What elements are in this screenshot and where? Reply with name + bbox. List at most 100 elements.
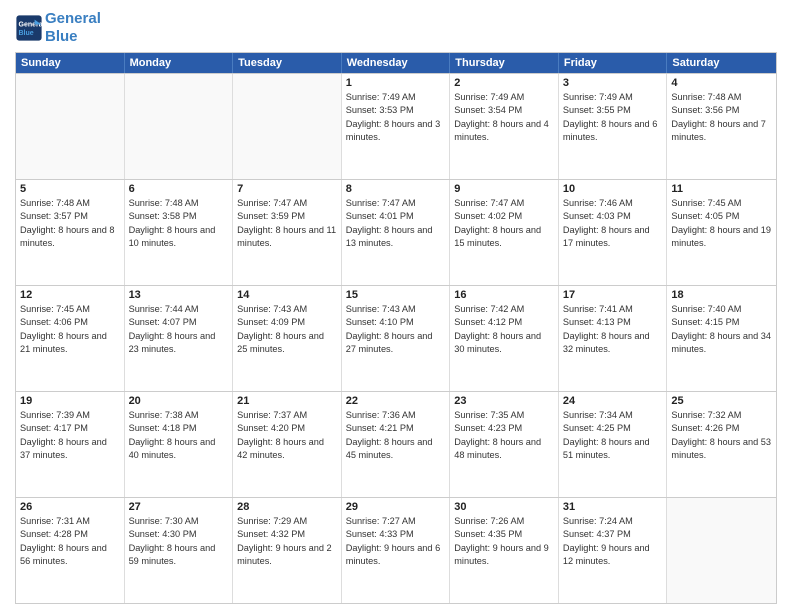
day-number: 11 [671,183,772,195]
day-number: 8 [346,183,446,195]
sun-info: Sunrise: 7:41 AMSunset: 4:13 PMDaylight:… [563,304,650,354]
sun-info: Sunrise: 7:36 AMSunset: 4:21 PMDaylight:… [346,410,433,460]
calendar-cell: 6 Sunrise: 7:48 AMSunset: 3:58 PMDaylight… [125,180,234,285]
calendar-cell: 8Sunrise: 7:47 AMSunset: 4:01 PMDaylight… [342,180,451,285]
svg-text:Blue: Blue [19,30,34,37]
sun-info: Sunrise: 7:29 AMSunset: 4:32 PMDaylight:… [237,516,332,566]
sun-info: Sunrise: 7:27 AMSunset: 4:33 PMDaylight:… [346,516,441,566]
logo-name: General Blue [45,10,101,46]
sun-info: Sunrise: 7:48 AMSunset: 3:57 PMDaylight:… [20,198,115,248]
day-number: 6 [129,183,229,195]
sun-info: Sunrise: 7:34 AMSunset: 4:25 PMDaylight:… [563,410,650,460]
sun-info: Sunrise: 7:48 AMSunset: 3:58 PMDaylight:… [129,198,216,248]
day-number: 24 [563,395,663,407]
sun-info: Sunrise: 7:47 AMSunset: 4:02 PMDaylight:… [454,198,541,248]
sun-info: Sunrise: 7:37 AMSunset: 4:20 PMDaylight:… [237,410,324,460]
weekday-header: Tuesday [233,53,342,73]
calendar-cell: 25Sunrise: 7:32 AMSunset: 4:26 PMDayligh… [667,392,776,497]
day-number: 19 [20,395,120,407]
day-number: 13 [129,289,229,301]
logo: General Blue General Blue [15,10,101,46]
calendar-cell: 17 Sunrise: 7:41 AMSunset: 4:13 PMDayligh… [559,286,668,391]
calendar-cell [667,498,776,603]
day-number: 1 [346,77,446,89]
weekday-header: Friday [559,53,668,73]
sun-info: Sunrise: 7:26 AMSunset: 4:35 PMDaylight:… [454,516,549,566]
day-number: 28 [237,501,337,513]
day-number: 12 [20,289,120,301]
calendar-cell: 9 Sunrise: 7:47 AMSunset: 4:02 PMDaylight… [450,180,559,285]
calendar-week: 1 Sunrise: 7:49 AMSunset: 3:53 PMDaylight… [16,73,776,179]
sun-info: Sunrise: 7:39 AMSunset: 4:17 PMDaylight:… [20,410,107,460]
calendar-cell: 10 Sunrise: 7:46 AMSunset: 4:03 PMDayligh… [559,180,668,285]
day-number: 10 [563,183,663,195]
weekday-header: Saturday [667,53,776,73]
sun-info: Sunrise: 7:46 AMSunset: 4:03 PMDaylight:… [563,198,650,248]
calendar-week: 12 Sunrise: 7:45 AMSunset: 4:06 PMDayligh… [16,285,776,391]
day-number: 22 [346,395,446,407]
sun-info: Sunrise: 7:45 AMSunset: 4:05 PMDaylight:… [671,198,771,248]
weekday-header: Wednesday [342,53,451,73]
calendar-cell: 27Sunrise: 7:30 AMSunset: 4:30 PMDayligh… [125,498,234,603]
calendar-cell: 15Sunrise: 7:43 AMSunset: 4:10 PMDayligh… [342,286,451,391]
calendar-cell: 13 Sunrise: 7:44 AMSunset: 4:07 PMDayligh… [125,286,234,391]
svg-text:General: General [19,22,44,29]
weekday-header: Monday [125,53,234,73]
day-number: 26 [20,501,120,513]
sun-info: Sunrise: 7:47 AMSunset: 3:59 PMDaylight:… [237,198,336,248]
sun-info: Sunrise: 7:32 AMSunset: 4:26 PMDaylight:… [671,410,771,460]
day-number: 18 [671,289,772,301]
day-number: 21 [237,395,337,407]
sun-info: Sunrise: 7:30 AMSunset: 4:30 PMDaylight:… [129,516,216,566]
day-number: 5 [20,183,120,195]
calendar-week: 26 Sunrise: 7:31 AMSunset: 4:28 PMDayligh… [16,497,776,603]
day-number: 14 [237,289,337,301]
calendar-cell: 12 Sunrise: 7:45 AMSunset: 4:06 PMDayligh… [16,286,125,391]
day-number: 3 [563,77,663,89]
day-number: 23 [454,395,554,407]
sun-info: Sunrise: 7:44 AMSunset: 4:07 PMDaylight:… [129,304,216,354]
calendar-cell [16,74,125,179]
calendar-cell [233,74,342,179]
sun-info: Sunrise: 7:35 AMSunset: 4:23 PMDaylight:… [454,410,541,460]
day-number: 4 [671,77,772,89]
calendar-cell: 20 Sunrise: 7:38 AMSunset: 4:18 PMDayligh… [125,392,234,497]
sun-info: Sunrise: 7:45 AMSunset: 4:06 PMDaylight:… [20,304,107,354]
calendar-cell: 29 Sunrise: 7:27 AMSunset: 4:33 PMDayligh… [342,498,451,603]
calendar-cell: 4 Sunrise: 7:48 AMSunset: 3:56 PMDaylight… [667,74,776,179]
calendar-header: SundayMondayTuesdayWednesdayThursdayFrid… [16,53,776,73]
calendar-week: 5 Sunrise: 7:48 AMSunset: 3:57 PMDaylight… [16,179,776,285]
sun-info: Sunrise: 7:42 AMSunset: 4:12 PMDaylight:… [454,304,541,354]
sun-info: Sunrise: 7:38 AMSunset: 4:18 PMDaylight:… [129,410,216,460]
calendar-cell: 31 Sunrise: 7:24 AMSunset: 4:37 PMDayligh… [559,498,668,603]
weekday-header: Thursday [450,53,559,73]
sun-info: Sunrise: 7:24 AMSunset: 4:37 PMDaylight:… [563,516,650,566]
calendar-cell: 11 Sunrise: 7:45 AMSunset: 4:05 PMDayligh… [667,180,776,285]
sun-info: Sunrise: 7:43 AMSunset: 4:10 PMDaylight:… [346,304,433,354]
sun-info: Sunrise: 7:48 AMSunset: 3:56 PMDaylight:… [671,92,766,142]
calendar-cell: 18 Sunrise: 7:40 AMSunset: 4:15 PMDayligh… [667,286,776,391]
calendar-cell: 3Sunrise: 7:49 AMSunset: 3:55 PMDaylight… [559,74,668,179]
day-number: 9 [454,183,554,195]
weekday-header: Sunday [16,53,125,73]
sun-info: Sunrise: 7:40 AMSunset: 4:15 PMDaylight:… [671,304,771,354]
day-number: 2 [454,77,554,89]
day-number: 17 [563,289,663,301]
sun-info: Sunrise: 7:49 AMSunset: 3:54 PMDaylight:… [454,92,549,142]
calendar-cell: 30Sunrise: 7:26 AMSunset: 4:35 PMDayligh… [450,498,559,603]
sun-info: Sunrise: 7:31 AMSunset: 4:28 PMDaylight:… [20,516,107,566]
calendar-cell: 23 Sunrise: 7:35 AMSunset: 4:23 PMDayligh… [450,392,559,497]
sun-info: Sunrise: 7:43 AMSunset: 4:09 PMDaylight:… [237,304,324,354]
calendar-cell: 7 Sunrise: 7:47 AMSunset: 3:59 PMDaylight… [233,180,342,285]
calendar-cell: 16 Sunrise: 7:42 AMSunset: 4:12 PMDayligh… [450,286,559,391]
day-number: 20 [129,395,229,407]
day-number: 16 [454,289,554,301]
calendar-cell [125,74,234,179]
day-number: 29 [346,501,446,513]
calendar-cell: 1 Sunrise: 7:49 AMSunset: 3:53 PMDaylight… [342,74,451,179]
sun-info: Sunrise: 7:49 AMSunset: 3:53 PMDaylight:… [346,92,441,142]
day-number: 7 [237,183,337,195]
day-number: 31 [563,501,663,513]
calendar-cell: 24 Sunrise: 7:34 AMSunset: 4:25 PMDayligh… [559,392,668,497]
calendar-cell: 26 Sunrise: 7:31 AMSunset: 4:28 PMDayligh… [16,498,125,603]
